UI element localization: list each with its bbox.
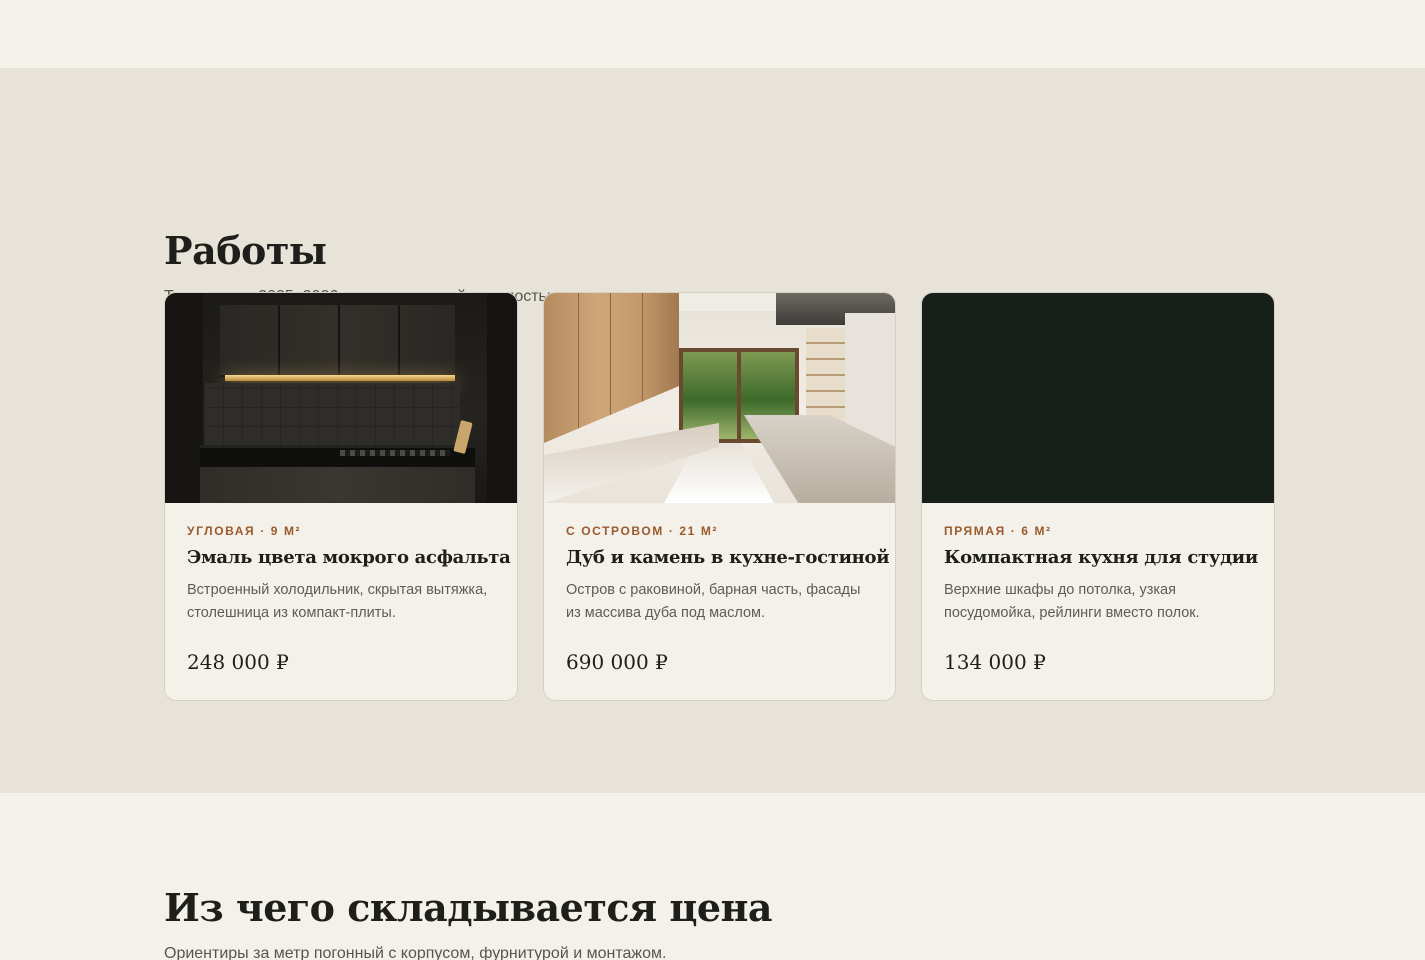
kitchen-photo-oak bbox=[544, 293, 895, 503]
project-card-corner[interactable]: УГЛОВАЯ · 9 М² Эмаль цвета мокрого асфал… bbox=[164, 292, 518, 701]
card-tag: ПРЯМАЯ · 6 М² bbox=[944, 524, 1052, 538]
top-strip bbox=[0, 0, 1425, 68]
card-tag: С ОСТРОВОМ · 21 М² bbox=[566, 524, 719, 538]
kitchen-photo-placeholder bbox=[922, 293, 1274, 503]
kitchen-photo-dark bbox=[165, 293, 517, 503]
card-tag: УГЛОВАЯ · 9 М² bbox=[187, 524, 302, 538]
pricing-section: Из чего складывается цена Ориентиры за м… bbox=[0, 793, 1425, 960]
card-price: 134 000 ₽ bbox=[944, 650, 1046, 674]
works-cards: УГЛОВАЯ · 9 М² Эмаль цвета мокрого асфал… bbox=[164, 292, 1275, 701]
pricing-subtitle: Ориентиры за метр погонный с корпусом, ф… bbox=[164, 945, 667, 960]
card-price: 690 000 ₽ bbox=[566, 650, 668, 674]
works-title: Работы bbox=[164, 228, 327, 273]
card-title: Компактная кухня для студии bbox=[944, 547, 1258, 568]
works-section: Работы Три проекта 2025–2026 годов с ито… bbox=[0, 68, 1425, 793]
card-price: 248 000 ₽ bbox=[187, 650, 289, 674]
card-description: Остров с раковиной, барная часть, фасады… bbox=[566, 582, 861, 621]
card-description: Верхние шкафы до потолка, узкая посудомо… bbox=[944, 582, 1200, 621]
project-card-island[interactable]: С ОСТРОВОМ · 21 М² Дуб и камень в кухне-… bbox=[543, 292, 896, 701]
pricing-title: Из чего складывается цена bbox=[164, 885, 773, 930]
project-card-straight[interactable]: ПРЯМАЯ · 6 М² Компактная кухня для студи… bbox=[921, 292, 1275, 701]
card-description: Встроенный холодильник, скрытая вытяжка,… bbox=[187, 582, 488, 621]
card-title: Эмаль цвета мокрого асфальта bbox=[187, 547, 511, 568]
card-title: Дуб и камень в кухне-гостиной bbox=[566, 547, 890, 568]
